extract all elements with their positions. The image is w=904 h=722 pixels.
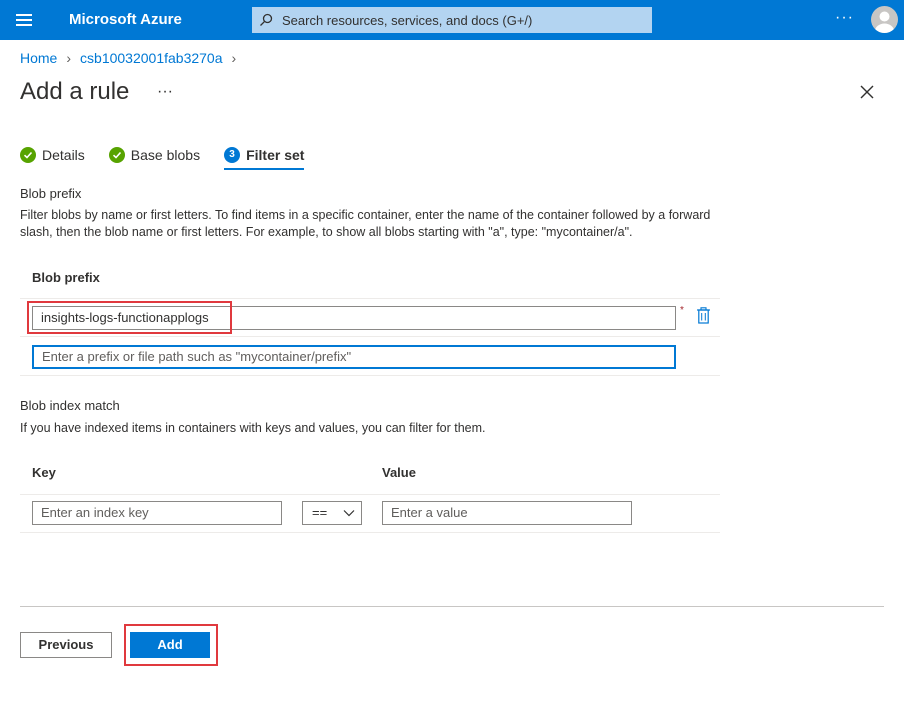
footer-divider [20,606,884,607]
breadcrumb-home[interactable]: Home [20,50,57,66]
blob-prefix-section-label: Blob prefix [20,186,82,201]
brand-title[interactable]: Microsoft Azure [69,11,182,28]
blob-index-section-label: Blob index match [20,398,120,413]
tab-filter-set[interactable]: 3 Filter set [224,142,305,170]
step-number-badge: 3 [224,147,241,163]
check-circle-icon [20,147,36,163]
index-key-input[interactable]: Enter an index key [32,501,282,525]
previous-button[interactable]: Previous [20,632,112,658]
breadcrumb: Home › csb10032001fab3270a › [20,50,245,66]
divider [20,494,720,495]
avatar[interactable] [871,6,898,33]
index-value-input[interactable]: Enter a value [382,501,632,525]
wizard-tabs: Details Base blobs 3 Filter set [20,142,328,170]
tab-details[interactable]: Details [20,142,85,168]
chevron-down-icon [343,510,355,517]
operator-select[interactable]: == [302,501,362,525]
top-bar: Microsoft Azure Search resources, servic… [0,0,904,40]
blob-prefix-column-header: Blob prefix [32,270,100,285]
divider [20,298,720,299]
search-icon [260,13,273,26]
user-icon [875,11,894,33]
tab-label: Filter set [246,147,305,163]
operator-value: == [312,505,328,520]
value-column-header: Value [382,465,416,480]
blob-prefix-description: Filter blobs by name or first letters. T… [20,208,711,239]
chevron-right-icon: › [231,50,237,66]
required-marker: * [680,305,684,316]
chevron-right-icon: › [66,50,72,66]
highlight-box [124,624,218,666]
tab-label: Details [42,147,85,163]
check-circle-icon [108,147,125,163]
divider [20,336,720,337]
divider [20,375,720,376]
tab-base-blobs[interactable]: Base blobs [108,142,201,168]
breadcrumb-storage-account[interactable]: csb10032001fab3270a [80,50,222,66]
new-blob-prefix-input[interactable]: Enter a prefix or file path such as "myc… [32,345,676,369]
tab-label: Base blobs [130,147,201,163]
close-icon[interactable] [859,84,875,100]
page-title: Add a rule [20,78,130,105]
highlight-box [27,301,232,334]
menu-icon[interactable] [16,14,32,26]
search-input[interactable]: Search resources, services, and docs (G+… [282,13,532,28]
divider [20,532,720,533]
more-options-icon[interactable]: ··· [835,9,854,27]
blob-index-description: If you have indexed items in containers … [20,421,486,435]
key-column-header: Key [32,465,56,480]
delete-icon[interactable] [696,307,711,324]
more-options-icon[interactable]: ··· [157,83,173,101]
